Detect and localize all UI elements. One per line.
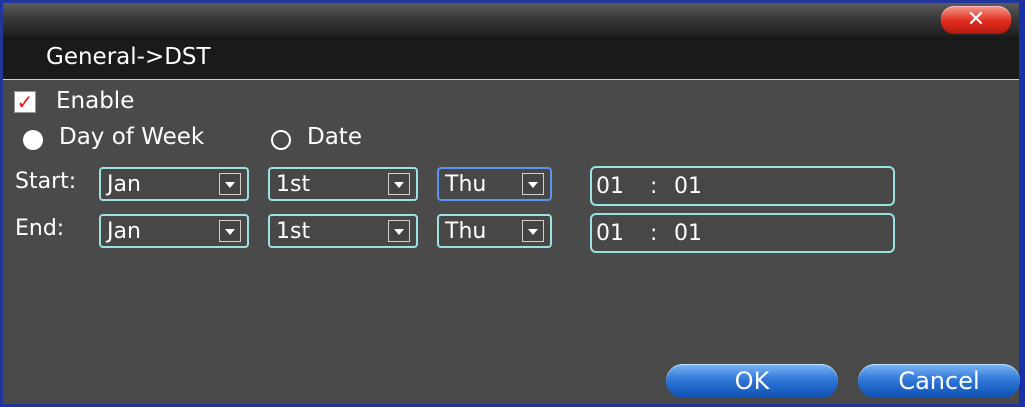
chevron-down-icon[interactable] — [388, 173, 410, 195]
end-day-value: Thu — [445, 219, 487, 244]
start-month-select[interactable]: Jan — [99, 167, 249, 201]
end-month-select[interactable]: Jan — [99, 214, 249, 248]
enable-checkbox[interactable]: ✓ — [14, 91, 36, 113]
chevron-down-icon[interactable] — [219, 220, 241, 242]
end-week-select[interactable]: 1st — [268, 214, 418, 248]
start-time-input[interactable]: 01 : 01 — [590, 166, 895, 206]
end-week-value: 1st — [276, 219, 311, 244]
radio-day-of-week-label: Day of Week — [59, 124, 205, 150]
end-time-input[interactable]: 01 : 01 — [590, 213, 895, 253]
page-header: General->DST — [3, 36, 1019, 80]
chevron-down-icon[interactable] — [219, 173, 241, 195]
start-week-select[interactable]: 1st — [268, 167, 418, 201]
radio-date[interactable] — [271, 130, 291, 150]
start-minute-field[interactable]: 01 — [674, 174, 702, 199]
start-week-value: 1st — [276, 172, 311, 197]
enable-label: Enable — [56, 88, 135, 114]
radio-day-of-week[interactable] — [23, 130, 43, 150]
radio-date-label: Date — [307, 124, 362, 150]
start-label: Start: — [15, 169, 77, 194]
page-title: General->DST — [46, 44, 211, 70]
title-bar[interactable]: ✕ — [3, 3, 1019, 36]
end-time-separator: : — [650, 221, 658, 246]
start-day-value: Thu — [445, 172, 487, 197]
ok-button[interactable]: OK — [666, 364, 838, 398]
chevron-down-icon[interactable] — [388, 220, 410, 242]
end-label: End: — [15, 216, 65, 241]
end-hour-field[interactable]: 01 — [596, 221, 624, 246]
end-day-select[interactable]: Thu — [437, 214, 552, 248]
checkmark-icon: ✓ — [16, 90, 34, 114]
chevron-down-icon[interactable] — [522, 220, 544, 242]
start-hour-field[interactable]: 01 — [596, 174, 624, 199]
end-month-value: Jan — [107, 219, 141, 244]
start-time-separator: : — [650, 174, 658, 199]
dst-dialog: ✕ General->DST ✓ Enable Day of Week Date… — [0, 0, 1025, 407]
close-button[interactable]: ✕ — [941, 6, 1011, 34]
start-month-value: Jan — [107, 172, 141, 197]
chevron-down-icon[interactable] — [522, 173, 544, 195]
close-icon: ✕ — [966, 7, 986, 32]
cancel-button[interactable]: Cancel — [858, 364, 1020, 398]
end-minute-field[interactable]: 01 — [674, 221, 702, 246]
start-day-select[interactable]: Thu — [437, 167, 552, 201]
